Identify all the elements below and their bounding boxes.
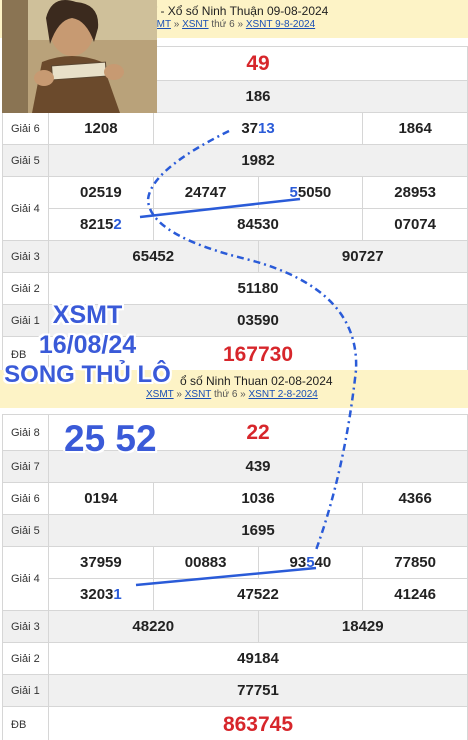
g6-value-3: 4366 [362,482,468,515]
g6-value-2: 1036 [152,482,364,515]
label-g4: Giải 4 [2,176,49,241]
g5-value: 1695 [48,514,468,547]
g6-value-1: 1208 [48,112,154,145]
label-g1: Giải 1 [2,674,49,707]
g5-value: 1982 [48,144,468,177]
g4-value-1: 37959 [48,546,154,579]
breadcrumb-day: thứ 6 [214,389,238,400]
g6-value-1: 0194 [48,482,154,515]
promo-title: XSMT [52,301,123,329]
g3-value-2: 18429 [257,610,468,643]
breadcrumb-xsmt-link[interactable]: XSMT [146,389,174,400]
breadcrumb-sep: » [176,389,182,400]
g4-value-6: 84530 [152,208,364,241]
g4-value-3: 93540 [257,546,364,579]
bottom-breadcrumb: XSMT » XSNT thứ 6 » XSNT 2-8-2024 [0,389,468,400]
photo-illustration [2,0,157,113]
g4-value-7: 07074 [362,208,468,241]
promo-subtitle: SONG THỦ LÔ [4,361,171,388]
breadcrumb-sep: » [240,389,246,400]
g4-value-4: 77850 [362,546,468,579]
g6-value-3: 1864 [362,112,468,145]
g4-value-4: 28953 [362,176,468,209]
promo-block: XSMT 16/08/24 SONG THỦ LÔ [0,300,175,390]
breadcrumb-xsnt-link[interactable]: XSNT [182,19,209,30]
breadcrumb-sep: » [237,19,244,30]
label-g4: Giải 4 [2,546,49,611]
g4-value-5: 82152 [48,208,154,241]
g2-value: 49184 [48,642,468,675]
promo-date: 16/08/24 [38,331,137,359]
bottom-results-table: Giải 8 22 Giải 7 439 Giải 6 0194 1036 4366… [2,414,468,740]
g1-value: 77751 [48,674,468,707]
g4-value-2: 00883 [152,546,259,579]
label-g5: Giải 5 [2,514,49,547]
promo-pair: 25 52 [64,418,157,459]
breadcrumb-day: thứ 6 [211,19,235,30]
breadcrumb-date-link[interactable]: XSNT 2-8-2024 [249,389,318,400]
label-g2: Giải 2 [2,642,49,675]
label-g6: Giải 6 [2,482,49,515]
label-g6: Giải 6 [2,112,49,145]
g4-value-2: 24747 [152,176,259,209]
g3-value-2: 90727 [257,240,468,273]
g4-value-5: 32031 [48,578,154,611]
breadcrumb-sep: » [173,19,180,30]
label-g3: Giải 3 [2,240,49,273]
breadcrumb-xsnt-link[interactable]: XSNT [185,389,212,400]
man-holding-book-photo [2,0,157,113]
label-db: ĐB [2,706,49,740]
db-value: 863745 [48,706,468,740]
g4-value-1: 02519 [48,176,154,209]
g4-value-7: 41246 [362,578,468,611]
label-g3: Giải 3 [2,610,49,643]
g3-value-1: 48220 [48,610,259,643]
label-g8: Giải 8 [2,414,49,451]
g3-value-1: 65452 [48,240,259,273]
label-g5: Giải 5 [2,144,49,177]
g4-value-6: 47522 [152,578,364,611]
g6-value-2: 3713 [152,112,364,145]
label-g7: Giải 7 [2,450,49,483]
g4-value-3: 55050 [257,176,364,209]
breadcrumb-date-link[interactable]: XSNT 9-8-2024 [246,19,315,30]
